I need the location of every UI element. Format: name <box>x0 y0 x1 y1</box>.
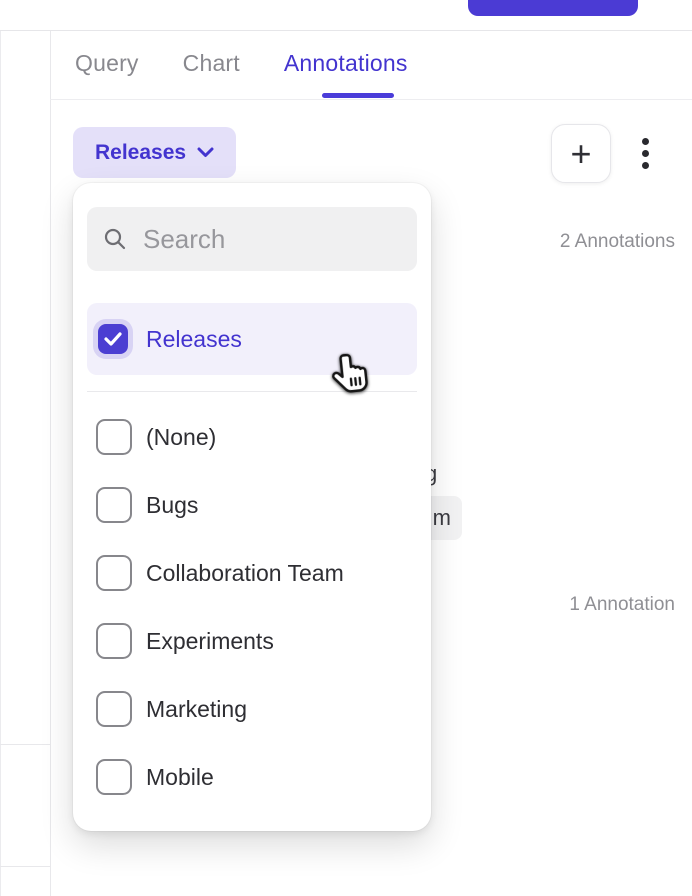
checkbox-unchecked[interactable] <box>96 555 132 591</box>
annotation-count-badge: 2 Annotations <box>560 231 675 253</box>
checkmark-icon <box>104 332 122 346</box>
checkbox-checked[interactable] <box>98 324 128 354</box>
option-list: (None) Bugs Collaboration Team Experimen… <box>73 403 431 811</box>
chevron-down-icon <box>197 147 214 158</box>
checkbox-unchecked[interactable] <box>96 759 132 795</box>
option-label: Marketing <box>146 696 247 723</box>
annotation-category-option[interactable]: Marketing <box>73 675 431 743</box>
sidebar-divider <box>50 31 51 896</box>
option-releases-selected[interactable]: Releases <box>87 303 417 375</box>
primary-action-button-cropped[interactable] <box>468 0 638 16</box>
option-label: Experiments <box>146 628 274 655</box>
add-annotation-button[interactable]: + <box>551 124 611 183</box>
checkbox-focus-ring <box>93 319 133 359</box>
option-label: Releases <box>146 326 242 353</box>
search-icon <box>103 227 127 251</box>
releases-filter-button[interactable]: Releases <box>73 127 236 178</box>
option-label: Collaboration Team <box>146 560 344 587</box>
checkbox-unchecked[interactable] <box>96 623 132 659</box>
search-input[interactable] <box>141 223 401 256</box>
annotation-category-option[interactable]: Mobile <box>73 743 431 811</box>
annotation-category-option[interactable]: Bugs <box>73 471 431 539</box>
annotation-count-badge: 1 Annotation <box>569 594 675 616</box>
checkbox-unchecked[interactable] <box>96 691 132 727</box>
left-page-border <box>0 31 1 896</box>
tab-annotations[interactable]: Annotations <box>284 50 408 77</box>
option-label: Mobile <box>146 764 214 791</box>
checkbox-unchecked[interactable] <box>96 487 132 523</box>
annotation-category-option[interactable]: Experiments <box>73 607 431 675</box>
plus-icon: + <box>570 136 591 172</box>
annotation-category-option[interactable]: Collaboration Team <box>73 539 431 607</box>
tab-chart[interactable]: Chart <box>183 50 240 77</box>
annotation-category-option[interactable]: (None) <box>73 403 431 471</box>
releases-dropdown-panel: Releases (None) Bugs Collaboration Team … <box>73 183 431 831</box>
sidebar-row-divider <box>0 744 50 745</box>
tab-bar: Query Chart Annotations <box>50 31 692 100</box>
kebab-menu-icon[interactable] <box>634 133 656 173</box>
tab-query[interactable]: Query <box>75 50 139 77</box>
checkbox-unchecked[interactable] <box>96 419 132 455</box>
releases-filter-label: Releases <box>95 141 186 165</box>
dropdown-divider <box>87 391 417 392</box>
active-tab-indicator <box>322 93 394 98</box>
option-label: (None) <box>146 424 216 451</box>
sidebar-row-divider <box>0 866 50 867</box>
option-label: Bugs <box>146 492 198 519</box>
search-field[interactable] <box>87 207 417 271</box>
